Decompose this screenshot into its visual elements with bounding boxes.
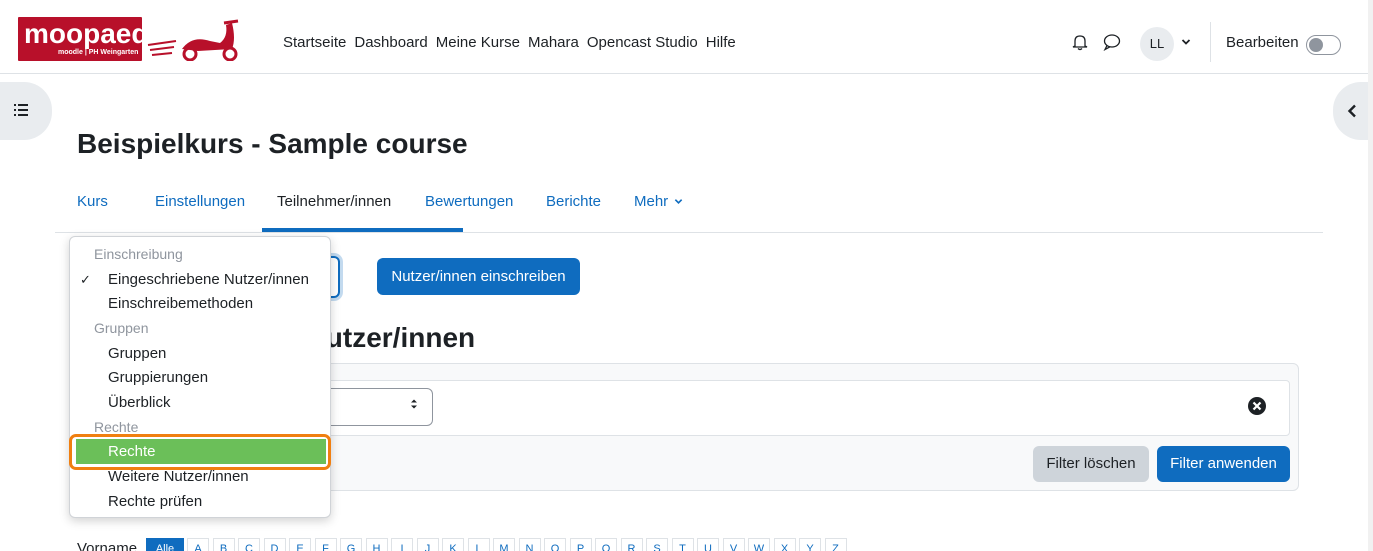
tab-bewertungen[interactable]: Bewertungen	[425, 193, 513, 210]
tab-mehr-label: Mehr	[634, 193, 669, 210]
menu-item-einschreibemethoden[interactable]: Einschreibemethoden	[70, 291, 330, 316]
initial-button-m[interactable]: M	[493, 538, 515, 551]
menu-header-gruppen: Gruppen	[70, 316, 330, 341]
initial-button-w[interactable]: W	[748, 538, 770, 551]
menu-item-label: Gruppierungen	[108, 369, 209, 386]
menu-item-gruppen[interactable]: Gruppen	[70, 341, 330, 366]
initial-button-t[interactable]: T	[671, 538, 694, 551]
course-index-toggle[interactable]	[0, 82, 52, 140]
initial-button-z[interactable]: Z	[824, 538, 847, 551]
tab-mehr[interactable]: Mehr	[634, 193, 683, 210]
edit-mode-toggle[interactable]	[1306, 35, 1341, 55]
nav-link-startseite[interactable]: Startseite	[283, 34, 346, 51]
menu-item-label: Überblick	[108, 394, 171, 411]
initial-button-v[interactable]: V	[722, 538, 745, 551]
filter-panel	[300, 363, 1299, 491]
initial-button-o[interactable]: O	[544, 538, 566, 551]
menu-item-label: Einschreibemethoden	[108, 295, 254, 312]
initial-button-p[interactable]: P	[569, 538, 592, 551]
nav-link-opencast-studio[interactable]: Opencast Studio	[587, 34, 698, 51]
navbar-divider	[1210, 22, 1211, 62]
menu-item-label: Gruppen	[108, 345, 167, 362]
chevron-down-icon	[675, 199, 683, 204]
edit-mode-label: Bearbeiten	[1226, 34, 1299, 51]
menu-item-label: Rechte	[94, 419, 139, 435]
menu-item-gruppierungen[interactable]: Gruppierungen	[70, 365, 330, 390]
initial-button-q[interactable]: Q	[595, 538, 617, 551]
tab-einstellungen[interactable]: Einstellungen	[155, 193, 245, 210]
initial-button-x[interactable]: X	[773, 538, 796, 551]
tab-berichte[interactable]: Berichte	[546, 193, 601, 210]
user-avatar[interactable]: LL	[1140, 27, 1174, 61]
initial-all-button[interactable]: Alle	[146, 538, 184, 551]
initial-button-i[interactable]: I	[391, 538, 413, 551]
chat-icon[interactable]	[1102, 33, 1122, 51]
block-drawer-toggle[interactable]	[1333, 82, 1373, 140]
chevron-down-icon[interactable]	[1181, 37, 1191, 47]
apply-filters-button[interactable]: Filter anwenden	[1157, 446, 1290, 482]
initial-button-a[interactable]: A	[187, 538, 209, 551]
menu-item-label: Weitere Nutzer/innen	[108, 468, 249, 485]
initial-button-e[interactable]: E	[289, 538, 311, 551]
participants-heading: lutzer/innen	[318, 322, 476, 353]
initial-button-d[interactable]: D	[263, 538, 286, 551]
initial-button-n[interactable]: N	[518, 538, 541, 551]
site-logo[interactable]: moopaed moodle | PH Weingarten	[18, 17, 246, 61]
secondary-navigation: Kurs Einstellungen Teilnehmer/innen Bewe…	[55, 182, 1323, 233]
logo-text: moopaed	[24, 18, 149, 49]
nav-link-dashboard[interactable]: Dashboard	[354, 34, 427, 51]
select-caret-icon	[411, 399, 417, 409]
menu-item-label: Rechte	[108, 443, 156, 460]
participants-nav-dropdown: Einschreibung ✓ Eingeschriebene Nutzer/inn…	[69, 236, 331, 518]
menu-item-label: Einschreibung	[94, 246, 183, 262]
menu-item-label: Gruppen	[94, 320, 149, 336]
nav-link-meine-kurse[interactable]: Meine Kurse	[436, 34, 520, 51]
clear-filters-button[interactable]: Filter löschen	[1033, 446, 1149, 482]
checkmark-icon: ✓	[80, 272, 91, 287]
initial-button-r[interactable]: R	[620, 538, 643, 551]
menu-item-label: Eingeschriebene Nutzer/innen	[108, 271, 309, 288]
page-scrollbar[interactable]	[1368, 0, 1373, 551]
initial-button-f[interactable]: F	[314, 538, 337, 551]
menu-header-rechte: Rechte	[70, 415, 330, 440]
initial-button-h[interactable]: H	[365, 538, 388, 551]
toggle-knob	[1309, 38, 1323, 52]
nav-link-mahara[interactable]: Mahara	[528, 34, 579, 51]
initial-button-y[interactable]: Y	[799, 538, 821, 551]
logo-box: moopaed moodle | PH Weingarten	[18, 17, 148, 61]
scooter-icon	[147, 19, 239, 61]
active-tab-indicator	[262, 228, 463, 232]
initial-button-u[interactable]: U	[697, 538, 719, 551]
initial-button-l[interactable]: L	[467, 538, 490, 551]
menu-item-eingeschriebene-nutzer-innen[interactable]: ✓ Eingeschriebene Nutzer/innen	[70, 267, 330, 292]
top-navbar: moopaed moodle | PH Weingarten Startseit…	[0, 0, 1373, 74]
menu-item-berblick[interactable]: Überblick	[70, 390, 330, 415]
enrol-users-button[interactable]: Nutzer/innen einschreiben	[377, 258, 580, 295]
chevron-left-icon	[1347, 104, 1356, 118]
tab-teilnehmer[interactable]: Teilnehmer/innen	[277, 193, 391, 210]
initial-button-s[interactable]: S	[646, 538, 668, 551]
initials-label: Vorname	[77, 540, 138, 551]
initial-button-k[interactable]: K	[442, 538, 464, 551]
page-title: Beispielkurs - Sample course	[77, 128, 468, 159]
tab-kurs[interactable]: Kurs	[77, 193, 108, 210]
menu-header-einschreibung: Einschreibung	[70, 242, 330, 267]
close-circle-icon[interactable]	[1247, 396, 1267, 416]
initial-button-g[interactable]: G	[340, 538, 362, 551]
initial-button-j[interactable]: J	[416, 538, 439, 551]
menu-item-rechte[interactable]: Rechte	[76, 439, 326, 464]
primary-navigation: Startseite Dashboard Meine Kurse Mahara …	[283, 34, 744, 51]
nav-link-hilfe[interactable]: Hilfe	[706, 34, 736, 51]
filter-row	[309, 380, 1290, 436]
menu-item-label: Rechte prüfen	[108, 493, 203, 510]
initial-button-b[interactable]: B	[212, 538, 235, 551]
menu-item-rechte-pr-fen[interactable]: Rechte prüfen	[70, 489, 330, 514]
bell-icon[interactable]	[1071, 33, 1089, 51]
initial-button-c[interactable]: C	[238, 538, 260, 551]
menu-item-weitere-nutzer-innen[interactable]: Weitere Nutzer/innen	[70, 464, 330, 489]
logo-subtitle: moodle | PH Weingarten	[58, 49, 139, 56]
list-icon	[14, 104, 28, 116]
